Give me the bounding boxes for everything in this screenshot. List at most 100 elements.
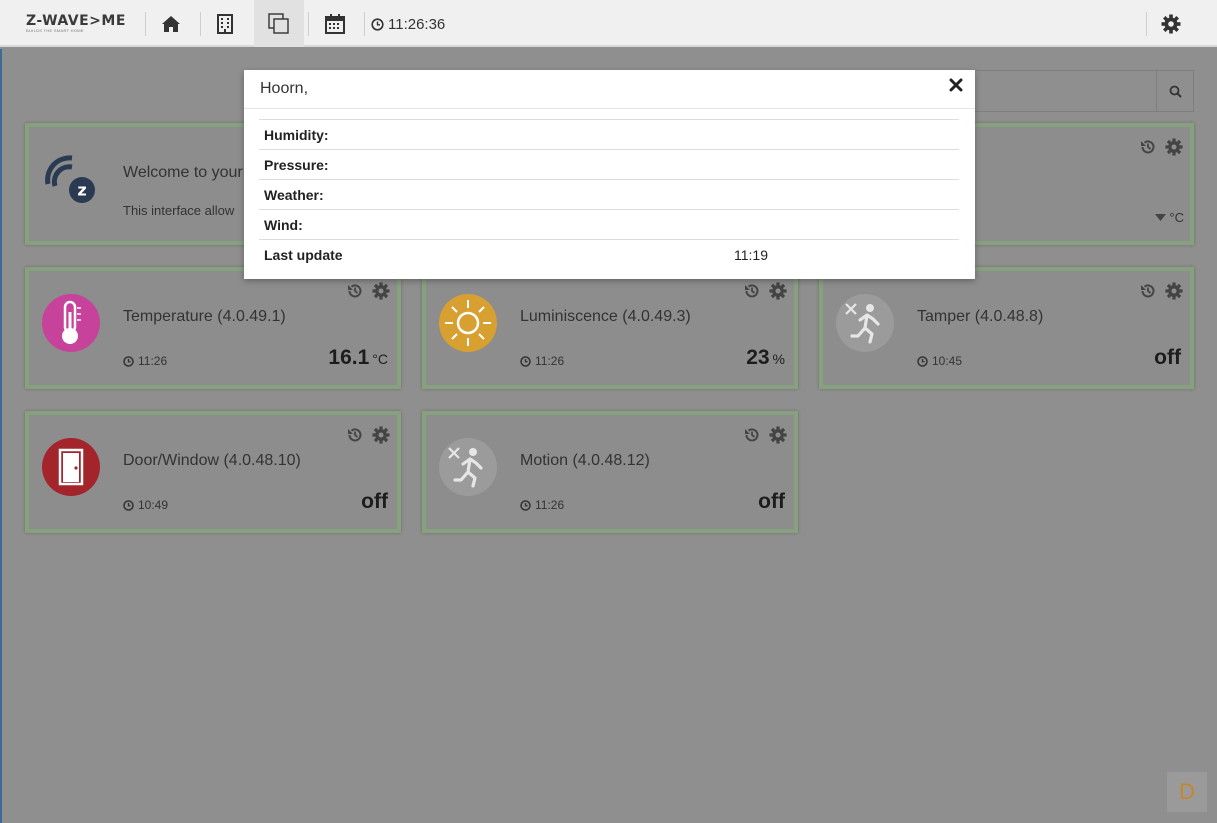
gear-icon	[372, 282, 390, 300]
weather-table: Humidity: Pressure: Weather: Wind: Last …	[259, 119, 959, 270]
clock-icon	[520, 499, 531, 511]
widget-luminiscence: Luminiscence (4.0.49.3) 11:26 23%	[422, 267, 798, 389]
debug-toggle-button[interactable]: D	[1167, 772, 1207, 812]
welcome-text: This interface allow	[123, 203, 235, 218]
calendar-icon	[325, 13, 345, 34]
row-value	[729, 209, 959, 240]
table-row: Pressure:	[259, 149, 959, 180]
building-icon	[217, 13, 233, 34]
widget-settings-button[interactable]	[371, 425, 391, 445]
widget-level-unit: %	[772, 351, 785, 367]
gear-icon	[1161, 14, 1181, 33]
rooms-button[interactable]	[200, 0, 250, 47]
motion-off-icon	[836, 294, 894, 352]
table-row: Wind:	[259, 209, 959, 240]
widget-tamper: Tamper (4.0.48.8) 10:45 off	[819, 267, 1194, 389]
copy-icon	[268, 12, 289, 34]
clock-icon	[371, 18, 384, 31]
widget-title: Tamper (4.0.48.8)	[917, 308, 1044, 325]
widget-level: off	[361, 490, 388, 514]
nav-divider	[308, 12, 309, 36]
widget-time-text: 10:49	[138, 498, 169, 512]
nav-divider	[1146, 12, 1147, 36]
widget-temperature: Temperature (4.0.49.1) 11:26 16.1 °C	[25, 267, 401, 389]
widget-update-time: 11:26	[123, 354, 167, 368]
row-label: Pressure:	[259, 149, 729, 180]
widget-update-time: 11:26	[520, 498, 564, 512]
gear-icon	[1165, 138, 1183, 156]
widget-update-time: 10:45	[917, 354, 962, 368]
widget-level: off	[758, 490, 785, 514]
widget-level-value: off	[361, 490, 388, 513]
gear-icon	[769, 282, 787, 300]
row-value	[729, 179, 959, 210]
modal-close-button[interactable]	[947, 76, 965, 94]
caret-down-icon[interactable]	[1155, 214, 1167, 221]
widget-time-text: 11:26	[535, 498, 565, 512]
row-value: 11:19	[729, 239, 959, 270]
history-button[interactable]	[345, 425, 365, 445]
debug-label: D	[1179, 779, 1195, 804]
widget-actions	[345, 281, 391, 301]
widget-settings-button[interactable]	[768, 425, 788, 445]
home-icon	[162, 15, 180, 32]
clock-icon	[123, 355, 134, 367]
welcome-unit: °C	[1155, 210, 1184, 225]
thermometer-icon	[42, 294, 100, 352]
widget-settings-button[interactable]	[371, 281, 391, 301]
widget-update-time: 10:49	[123, 498, 168, 512]
modal-title: Hoorn,	[260, 80, 309, 97]
close-icon	[949, 78, 963, 92]
row-value	[729, 149, 959, 180]
search-icon	[1169, 85, 1182, 98]
widget-settings-button[interactable]	[1164, 281, 1184, 301]
table-row: Weather:	[259, 179, 959, 210]
widget-level: 16.1 °C	[328, 346, 388, 370]
history-button[interactable]	[742, 425, 762, 445]
history-button[interactable]	[1138, 137, 1158, 157]
row-value	[729, 119, 959, 150]
widget-settings-button[interactable]	[768, 281, 788, 301]
weather-modal: Hoorn, Humidity: Pressure: Weather: Wind…	[244, 70, 975, 279]
history-button[interactable]	[345, 281, 365, 301]
table-row: Humidity:	[259, 119, 959, 150]
widget-title: Motion (4.0.48.12)	[520, 452, 650, 469]
widget-actions	[345, 425, 391, 445]
svg-text:z: z	[77, 181, 86, 200]
widget-level-value: off	[758, 490, 785, 513]
history-button[interactable]	[742, 281, 762, 301]
nav-divider	[364, 12, 365, 36]
door-icon	[42, 438, 100, 496]
history-icon	[1141, 140, 1155, 154]
row-label: Last update	[259, 239, 729, 270]
sun-icon	[439, 294, 497, 352]
clock-icon	[520, 355, 531, 367]
logo-text: Z-WAVE>ME	[26, 13, 126, 29]
settings-button[interactable]	[1148, 0, 1194, 47]
search-button[interactable]	[1156, 71, 1193, 111]
search-input[interactable]	[961, 71, 1157, 111]
widget-motion: Motion (4.0.48.12) 11:26 off	[422, 411, 798, 533]
widget-level-value: 16.1	[328, 346, 370, 369]
clock-text: 11:26:36	[388, 16, 446, 33]
clock-icon	[123, 499, 134, 511]
zwave-logo[interactable]: Z-WAVE>ME BUILDS THE SMART HOME	[26, 14, 126, 38]
widget-level: off	[1154, 346, 1181, 370]
widget-title: Door/Window (4.0.48.10)	[123, 452, 301, 469]
widget-settings-button[interactable]	[1164, 137, 1184, 157]
table-row: Last update 11:19	[259, 239, 959, 270]
home-button[interactable]	[146, 0, 196, 47]
widget-update-time: 11:26	[520, 354, 564, 368]
elements-button[interactable]	[254, 0, 304, 47]
row-label: Humidity:	[259, 119, 729, 150]
widget-level-value: 23	[746, 346, 770, 369]
history-button[interactable]	[1138, 281, 1158, 301]
history-icon	[1141, 284, 1155, 298]
row-label: Wind:	[259, 209, 729, 240]
row-label: Weather:	[259, 179, 729, 210]
events-button[interactable]	[310, 0, 360, 47]
widget-actions	[742, 281, 788, 301]
gear-icon	[769, 426, 787, 444]
history-icon	[745, 428, 759, 442]
widget-level-unit: °C	[372, 351, 388, 367]
